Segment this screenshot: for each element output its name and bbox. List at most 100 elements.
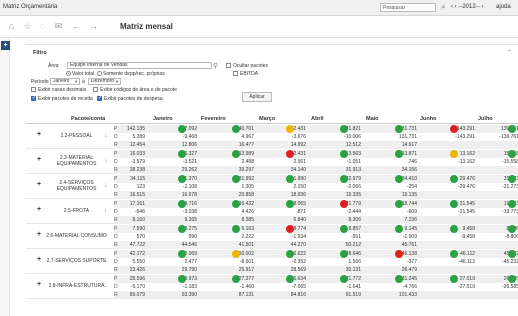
- value-cell: -551: [350, 234, 361, 240]
- value-cell: 47.722: [129, 242, 145, 248]
- value-cell: 29.262: [181, 167, 197, 173]
- status-green-icon: [178, 125, 186, 133]
- column-header[interactable]: Pacote/conta: [71, 116, 105, 122]
- column-header[interactable]: Março: [259, 116, 275, 122]
- value-cell: 9.265: [184, 217, 197, 223]
- value-cell: -19.773: [502, 209, 518, 215]
- value-cell: -2.444: [346, 209, 361, 215]
- area-select[interactable]: Equipe Interna de Vendas: [67, 62, 212, 69]
- value-cell: 34.410: [401, 176, 417, 182]
- status-green-icon: [450, 175, 458, 183]
- show-expense-checkbox[interactable]: [97, 95, 102, 101]
- value-cell: -5.170: [130, 284, 145, 290]
- status-green-icon: [395, 175, 403, 183]
- column-header[interactable]: Junho: [420, 116, 437, 122]
- row-type-label: R: [114, 192, 118, 198]
- period-from-select[interactable]: Janeiro ▼: [50, 78, 80, 85]
- back-arrow-icon[interactable]: ←: [71, 21, 82, 32]
- apply-button[interactable]: Aplicar: [242, 92, 272, 102]
- row-type-label: D: [114, 184, 118, 190]
- value-cell: 19.335: [345, 192, 361, 198]
- trend-down-icon: ↓: [104, 282, 108, 289]
- expand-row-icon[interactable]: +: [37, 131, 41, 138]
- table-row[interactable]: +2.3-MATERIAL EQUIPAMENTOS ↓ P 16.033 16.327…: [26, 149, 518, 174]
- search-icon[interactable]: ⌕: [439, 3, 448, 12]
- left-rail: +: [0, 38, 10, 316]
- home-icon[interactable]: ⌂: [6, 21, 17, 32]
- expand-row-icon[interactable]: +: [37, 206, 41, 213]
- column-header[interactable]: Maio: [366, 116, 379, 122]
- table-row[interactable]: +2.6-MATERIAL CONSUMO ↓ P 7.590 8.275 6.163 8.…: [26, 224, 518, 249]
- total-value-label: Valor total: [72, 71, 95, 77]
- expand-row-icon[interactable]: +: [37, 156, 41, 163]
- value-cell: 29.476: [459, 176, 475, 182]
- total-value-radio[interactable]: [66, 71, 71, 76]
- column-header[interactable]: Fevereiro: [201, 116, 226, 122]
- status-green-icon: [508, 225, 516, 233]
- value-cell: 18.744: [401, 201, 417, 207]
- period-to-select[interactable]: Dezembro ▼: [88, 78, 121, 85]
- value-cell: 8.857: [348, 226, 361, 232]
- value-cell: 143.291: [456, 126, 475, 132]
- value-cell: 50.002: [238, 251, 254, 257]
- value-cell: 20.858: [238, 192, 254, 198]
- status-green-icon: [395, 275, 403, 283]
- show-revenue-checkbox[interactable]: [31, 95, 36, 101]
- expand-row-icon[interactable]: +: [37, 181, 41, 188]
- expand-row-icon[interactable]: +: [37, 231, 41, 238]
- value-cell: 12.512: [345, 142, 361, 148]
- expand-row-icon[interactable]: +: [37, 256, 41, 263]
- value-cell: 2.150: [293, 184, 306, 190]
- row-stripe: [114, 216, 518, 224]
- value-cell: 23.426: [129, 267, 145, 273]
- expand-row-icon[interactable]: +: [37, 281, 41, 288]
- status-green-icon: [340, 225, 348, 233]
- value-cell: -29.476: [458, 184, 475, 190]
- area-label: Área: [48, 63, 59, 69]
- row-type-label: D: [114, 159, 118, 165]
- value-cell: -2.352: [291, 259, 306, 265]
- value-cell: 42.172: [129, 251, 145, 257]
- row-type-label: R: [114, 242, 118, 248]
- table-row[interactable]: +2.4-SERVIÇOS EQUIPAMENTOS ↓ P 34.115 31.370…: [26, 174, 518, 199]
- search-input[interactable]: Pesquisar: [380, 3, 436, 12]
- value-cell: 13.989: [238, 151, 254, 157]
- value-cell: -8.806: [504, 234, 518, 240]
- show-decimals-checkbox[interactable]: [31, 87, 36, 92]
- column-header[interactable]: Abril: [311, 116, 324, 122]
- value-cell: 131.731: [398, 134, 417, 140]
- status-red-icon: [395, 250, 403, 258]
- row-stripe: [114, 191, 518, 199]
- hide-packages-checkbox[interactable]: [226, 63, 231, 68]
- column-header[interactable]: Julho: [478, 116, 493, 122]
- help-link[interactable]: ajuda: [496, 4, 511, 10]
- value-cell: -15.558: [502, 159, 518, 165]
- collapse-icon[interactable]: ⌃: [507, 49, 512, 56]
- table-row[interactable]: +2.2-PESSOAL ↓ P 142.135 147.092 140.701 142.4…: [26, 124, 518, 149]
- ebitda-checkbox[interactable]: [233, 71, 238, 76]
- table-row[interactable]: +2.5-FROTA ↓ P 17.161 19.716 16.432 18.065 21.7…: [26, 199, 518, 224]
- value-cell: 38.238: [129, 167, 145, 173]
- mail-icon[interactable]: ✉: [53, 21, 64, 32]
- show-codes-checkbox[interactable]: [93, 87, 98, 92]
- star-icon[interactable]: ☆: [22, 21, 33, 32]
- funnel-icon[interactable]: ⚲: [213, 62, 218, 70]
- comment-icon[interactable]: ◌: [37, 21, 48, 32]
- value-cell: 46.112: [460, 251, 475, 257]
- value-cell: 46.138: [401, 251, 417, 257]
- value-cell: -3.676: [291, 134, 306, 140]
- column-header[interactable]: Janeiro: [153, 116, 173, 122]
- forward-arrow-icon[interactable]: →: [88, 21, 99, 32]
- expand-panel-button[interactable]: +: [1, 41, 10, 50]
- table-row[interactable]: +2.8-INFRA-ESTRUTURA ↓ P 28.596 30.973 27.377…: [26, 274, 518, 299]
- own-only-radio[interactable]: [97, 71, 102, 76]
- status-green-icon: [178, 225, 186, 233]
- table-row[interactable]: +2.7-SERVIÇOS SUPORTE ↓ P 42.172 42.069 50.00…: [26, 249, 518, 274]
- row-stripe: [114, 166, 518, 174]
- row-type-label: R: [114, 292, 118, 298]
- period-to-value: Dezembro: [91, 78, 115, 84]
- period-to-label: à: [82, 79, 85, 85]
- period-label: Período: [31, 79, 49, 85]
- year-selector[interactable]: ‹ ‹ --2012-- ›: [451, 4, 483, 10]
- status-red-icon: [450, 125, 458, 133]
